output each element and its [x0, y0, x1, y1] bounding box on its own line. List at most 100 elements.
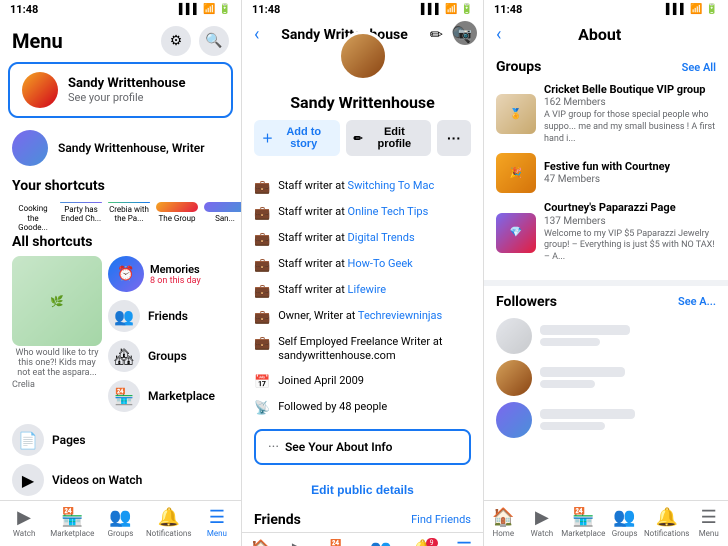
nav-menu-3[interactable]: ☰ Menu [689, 505, 728, 542]
nav-groups[interactable]: 👥 Groups [96, 505, 144, 542]
follower-item-1[interactable] [496, 318, 716, 354]
settings-icon[interactable]: ⚙ [161, 26, 191, 56]
about-title: About [509, 25, 690, 44]
profile-card[interactable]: Sandy Writtenhouse See your profile [8, 62, 233, 118]
marketplace-icon-3: 🏪 [572, 509, 594, 527]
nav-watch[interactable]: ▶ Watch [0, 505, 48, 542]
info-text-1: Staff writer at Switching To Mac [278, 179, 434, 193]
notification-badge: 9 [426, 538, 438, 546]
edit-profile-label: Edit profile [366, 126, 423, 150]
group-desc-3: Welcome to my VIP $5 Paparazzi Jewelry g… [544, 229, 716, 264]
nav-watch-3[interactable]: ▶ Watch [523, 505, 562, 542]
profile-avatar-wrap [242, 31, 483, 81]
marketplace-row[interactable]: 🏪 Marketplace [108, 376, 229, 416]
see-about-text: See Your About Info [285, 440, 392, 454]
battery-icon-2: 🔋 [461, 4, 473, 15]
followers-see-all[interactable]: See A... [678, 295, 716, 308]
shortcut-item[interactable]: Crebia with the Pa... [108, 202, 150, 224]
status-time-1: 11:48 [10, 3, 38, 16]
videos-row[interactable]: ▶ Videos on Watch [0, 460, 241, 500]
shortcut-label-5: San... [215, 214, 235, 224]
info-item-2: 💼 Staff writer at Online Tech Tips [254, 202, 471, 224]
shortcut-item[interactable]: San... [204, 202, 241, 224]
group-name-3: Courtney's Paparazzi Page [544, 201, 716, 215]
follower-item-3[interactable] [496, 402, 716, 438]
info-list: 💼 Staff writer at Switching To Mac 💼 Sta… [242, 172, 483, 423]
follower-item-2[interactable] [496, 360, 716, 396]
status-icons-3: ▌▌▌ 📶 🔋 [666, 4, 718, 15]
notifications-nav-label: Notifications [146, 529, 191, 538]
notifications-nav-icon: 🔔 [158, 509, 180, 527]
pages-row[interactable]: 📄 Pages [0, 420, 241, 460]
groups-row[interactable]: 🏘 Groups [108, 336, 229, 376]
find-friends-link[interactable]: Find Friends [411, 513, 471, 526]
nav-menu-2[interactable]: ☰ Menu [445, 537, 483, 546]
big-shortcut-img: 🌿 [12, 256, 102, 346]
camera-button[interactable]: 📷 [453, 21, 477, 45]
big-img-label: Who would like to try this one?! Kids ma… [12, 346, 102, 380]
shortcut-item[interactable]: The Group [156, 202, 198, 224]
nav-groups-3[interactable]: 👥 Groups [605, 505, 644, 542]
marketplace-label-3: Marketplace [561, 529, 605, 538]
nav-notifications-3[interactable]: 🔔 Notifications [644, 505, 689, 542]
shortcut-img-5 [204, 202, 241, 212]
nav-marketplace-3[interactable]: 🏪 Marketplace [561, 505, 605, 542]
follower-info-3 [540, 409, 635, 430]
edit-public-button[interactable]: Edit public details [311, 483, 414, 497]
add-to-story-button[interactable]: ＋ Add to story [254, 120, 340, 156]
shortcut-img-3 [108, 202, 150, 203]
memories-row[interactable]: ⏰ Memories 8 on this day [108, 256, 229, 292]
shortcut-item[interactable]: Party has Ended Ch... [60, 202, 102, 224]
nav-notifications[interactable]: 🔔 Notifications [145, 505, 193, 542]
big-left: 🌿 Who would like to try this one?! Kids … [12, 256, 102, 416]
nav-watch-2[interactable]: ▶ Watch [280, 537, 318, 546]
nav-menu[interactable]: ☰ Menu [193, 505, 241, 542]
groups-section-title: Groups [496, 59, 541, 75]
edit-public-section: Edit public details [242, 471, 483, 506]
signal-icon-2: ▌▌▌ [421, 4, 442, 15]
more-options-button[interactable]: ··· [437, 120, 471, 156]
nav-notifications-2[interactable]: 🔔 9 Notifications [400, 537, 445, 546]
info-text-3: Staff writer at Digital Trends [278, 231, 414, 245]
shortcut-item[interactable]: Cooking the Goode... [12, 202, 54, 224]
group-item-2[interactable]: 🎉 Festive fun with Courtney 47 Members [496, 153, 716, 193]
profile-name: Sandy Writtenhouse [68, 76, 186, 91]
shortcut-label-1: Cooking the Goode... [12, 204, 54, 230]
memories-sub: 8 on this day [150, 276, 201, 286]
memories-label: Memories [150, 263, 201, 276]
wifi-icon-2: 📶 [445, 4, 457, 15]
group-item-3[interactable]: 💎 Courtney's Paparazzi Page 137 Members … [496, 201, 716, 263]
menu-nav-icon: ☰ [209, 509, 225, 527]
shortcut-img-2 [60, 202, 102, 203]
followers-icon: 📡 [254, 401, 270, 416]
menu-header-icons: ⚙ 🔍 [161, 26, 229, 56]
status-time-3: 11:48 [494, 3, 522, 16]
back-button-3[interactable]: ‹ [496, 24, 501, 45]
nav-home-3[interactable]: 🏠 Home [484, 505, 523, 542]
info-text-7: Self Employed Freelance Writer at sandyw… [278, 335, 471, 364]
search-icon[interactable]: 🔍 [199, 26, 229, 56]
friends-row[interactable]: 👥 Friends [108, 296, 229, 336]
nav-marketplace[interactable]: 🏪 Marketplace [48, 505, 96, 542]
group-item-1[interactable]: 🏅 Cricket Belle Boutique VIP group 162 M… [496, 83, 716, 145]
menu-icon-3: ☰ [701, 509, 717, 527]
see-about-row[interactable]: ··· See Your About Info [254, 429, 471, 465]
about-header: ‹ About [484, 18, 728, 51]
pages-icon: 📄 [12, 424, 44, 456]
shortcut-img-4 [156, 202, 198, 212]
home-icon-3: 🏠 [492, 509, 514, 527]
big-img-credit: Crelia [12, 380, 102, 390]
groups-see-all[interactable]: See All [682, 61, 716, 74]
friends-label: Friends [148, 309, 188, 323]
group-info-2: Festive fun with Courtney 47 Members [544, 160, 716, 187]
nav-home-2[interactable]: 🏠 Home [242, 537, 280, 546]
nav-marketplace-2[interactable]: 🏪 Marketplace [318, 537, 362, 546]
writer-row[interactable]: Sandy Writtenhouse, Writer [0, 124, 241, 172]
wifi-icon-3: 📶 [690, 4, 702, 15]
edit-profile-button[interactable]: ✏ Edit profile [346, 120, 432, 156]
all-shortcuts-title: All shortcuts [0, 230, 241, 252]
memories-icon: ⏰ [108, 256, 144, 292]
nav-groups-2[interactable]: 👥 Groups [362, 537, 400, 546]
friends-header: Friends Find Friends [242, 506, 483, 532]
group-info-1: Cricket Belle Boutique VIP group 162 Mem… [544, 83, 716, 145]
